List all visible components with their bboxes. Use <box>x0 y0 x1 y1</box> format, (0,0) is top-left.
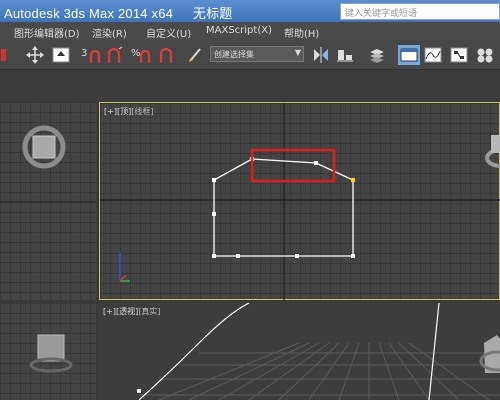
vertex <box>212 254 216 258</box>
viewcube-icon[interactable] <box>22 125 66 169</box>
mirror-icon[interactable] <box>312 45 330 65</box>
snap-toggle-label: 3 <box>81 48 87 59</box>
rotate-icon[interactable] <box>52 45 70 65</box>
perspective-viewport[interactable]: [+][透视][真实] <box>99 303 500 400</box>
angle-snap-icon[interactable] <box>106 45 124 65</box>
spline-shape-perspective <box>428 303 440 400</box>
document-name: 无标题 <box>192 6 233 21</box>
perspective-grid <box>137 303 500 400</box>
menu-customize[interactable]: 自定义(U) <box>146 25 191 40</box>
vertex <box>314 161 318 165</box>
ribbon-panel <box>0 71 500 99</box>
percent-snap-label: % <box>131 48 141 59</box>
menu-rendering[interactable]: 渲染(R) <box>92 25 127 40</box>
vertex <box>295 254 299 258</box>
spinner-snap-icon[interactable] <box>158 45 176 65</box>
align-icon[interactable] <box>336 45 354 65</box>
title-bar: Autodesk 3ds Max 2014 x64 无标题 键入关键字或短语 <box>0 0 500 22</box>
move-icon[interactable] <box>26 45 44 65</box>
layer-manager-icon[interactable] <box>368 45 386 65</box>
vertex <box>236 254 240 258</box>
main-toolbar: 3 % 创建选择集 ▼ <box>0 40 500 70</box>
menu-help[interactable]: 帮助(H) <box>284 25 319 40</box>
left-viewport[interactable] <box>0 102 96 300</box>
curve-editor-icon[interactable] <box>424 45 442 65</box>
window-title: Autodesk 3ds Max 2014 x64 无标题 <box>4 3 232 22</box>
named-selection-set-dropdown[interactable]: 创建选择集 ▼ <box>210 46 304 62</box>
axis-tripod-icon <box>119 253 130 282</box>
named-selection-set-placeholder: 创建选择集 <box>214 50 254 59</box>
toolbar-handle <box>0 45 8 65</box>
snap-toggle-icon[interactable]: 3 <box>80 45 104 65</box>
selected-vertex <box>351 178 355 182</box>
schematic-view-icon[interactable] <box>450 45 468 65</box>
menu-bar: 图形编辑器(D) 渲染(R) 自定义(U) MAXScript(X) 帮助(H) <box>0 22 500 40</box>
material-editor-icon[interactable] <box>476 45 494 65</box>
graphite-ribbon-icon[interactable] <box>398 45 420 65</box>
chevron-down-icon: ▼ <box>294 48 301 57</box>
viewcube-icon[interactable] <box>479 335 500 373</box>
edit-named-selection-icon[interactable] <box>186 45 204 65</box>
percent-snap-icon[interactable]: % <box>130 45 154 65</box>
search-input[interactable]: 键入关键字或短语 <box>340 3 500 20</box>
viewcube-icon[interactable] <box>29 334 73 373</box>
menu-maxscript[interactable]: MAXScript(X) <box>206 25 272 36</box>
vertex <box>212 212 216 216</box>
front-viewport[interactable] <box>0 303 96 400</box>
top-viewport[interactable]: [+][顶][线框] <box>99 102 500 301</box>
app-name: Autodesk 3ds Max <box>4 6 115 21</box>
viewcube-icon[interactable] <box>485 135 500 168</box>
app-version: 2014 x64 <box>117 6 174 21</box>
menu-graph-editors[interactable]: 图形编辑器(D) <box>14 25 80 40</box>
vertex <box>212 178 216 182</box>
vertex <box>351 254 355 258</box>
